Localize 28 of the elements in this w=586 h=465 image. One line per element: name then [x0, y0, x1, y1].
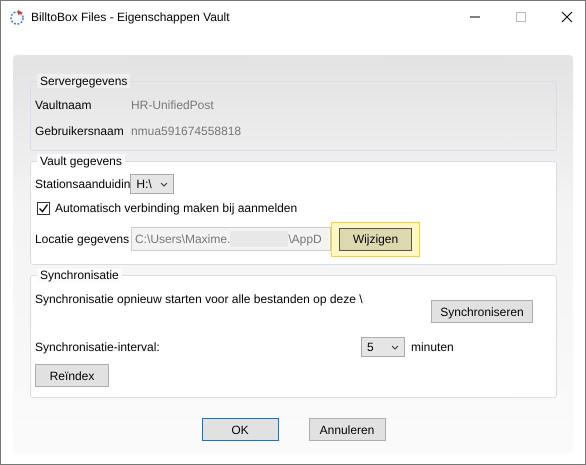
change-button[interactable]: Wijzigen: [339, 228, 412, 250]
app-logo-icon: [9, 9, 25, 25]
checkbox-label: Automatisch verbinding maken bij aanmelden: [55, 201, 298, 215]
field-value: nmua591674558818: [131, 124, 242, 138]
location-field[interactable]: C:\Users\Maxime. \AppD: [131, 227, 331, 251]
reindex-button[interactable]: Reïndex: [35, 364, 109, 387]
group-legend: Synchronisatie: [37, 268, 122, 282]
chevron-down-icon: [391, 344, 399, 350]
window-title: BilltoBox Files - Eigenschappen Vault: [31, 10, 231, 24]
maximize-icon: [515, 11, 527, 23]
interval-dropdown[interactable]: 5: [361, 337, 405, 357]
field-label: Synchronisatie-interval:: [35, 340, 161, 354]
chevron-down-icon: [160, 182, 168, 186]
close-icon[interactable]: [561, 11, 573, 23]
dialog-button[interactable]: Annuleren: [308, 418, 386, 441]
field-label: Locatie gegevens: [35, 232, 130, 246]
field-label: Vaultnaam: [35, 98, 92, 112]
unit-label: minuten: [411, 340, 454, 354]
sync-description: Synchronisatie opnieuw starten voor alle bestanden op deze \: [35, 292, 364, 306]
dialog-button[interactable]: OK: [202, 418, 278, 441]
drive-dropdown[interactable]: H:\: [130, 174, 174, 194]
sync-button[interactable]: Synchroniseren: [431, 300, 533, 323]
field-label: Gebruikersnaam: [35, 124, 125, 138]
checkbox[interactable]: [37, 202, 50, 214]
group-legend: Vault gegevens: [37, 154, 125, 168]
group-legend: Servergegevens: [37, 74, 130, 88]
field-value: HR-UnifiedPost: [131, 98, 214, 112]
field-label: Stationsaanduidin: [35, 177, 130, 191]
